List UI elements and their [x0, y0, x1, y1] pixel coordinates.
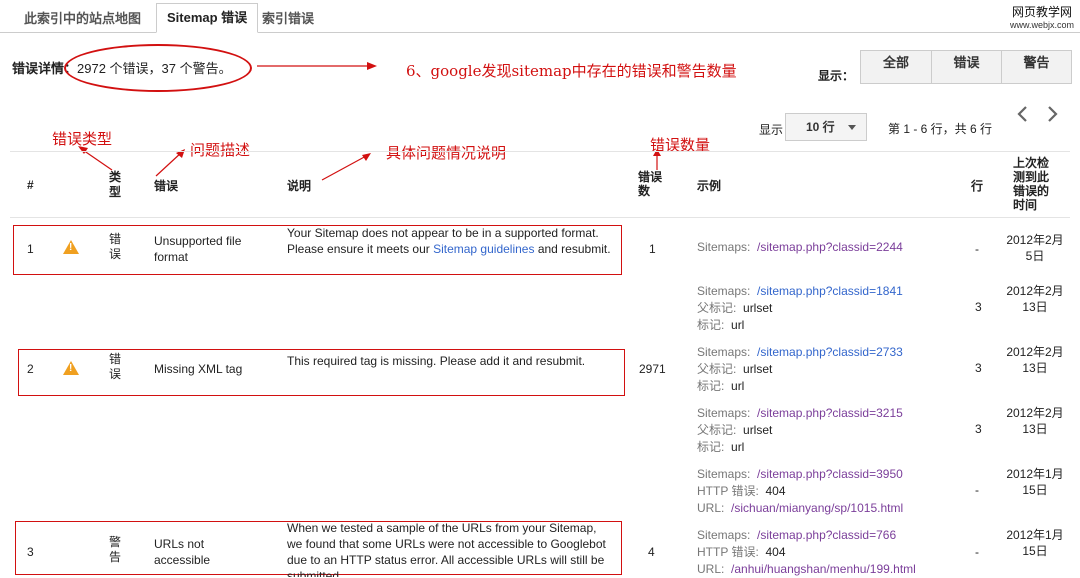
- col-error: 错误: [154, 179, 179, 193]
- example-sitemap-link[interactable]: /sitemap.php?classid=766: [757, 528, 896, 542]
- row-number: 3: [27, 545, 34, 559]
- row-description: When we tested a sample of the URLs from…: [287, 521, 606, 577]
- col-number: #: [27, 178, 34, 192]
- row-count: 4: [648, 545, 655, 559]
- example-sitemap-link[interactable]: /sitemap.php?classid=3215: [757, 406, 903, 420]
- warning-icon: !: [63, 240, 79, 254]
- col-line: 行: [971, 179, 984, 193]
- col-description: 说明: [287, 179, 312, 193]
- row-description: This required tag is missing. Please add…: [287, 354, 586, 368]
- row-number: 1: [27, 242, 34, 256]
- example-item: Sitemaps: /sitemap.php?classid=3950 HTTP…: [697, 467, 904, 515]
- row-type: 警告: [108, 535, 121, 564]
- example-line: 3: [975, 300, 982, 314]
- annotation-arrows: [78, 146, 661, 181]
- example-item: Sitemaps: /sitemap.php?classid=3215 父标记:…: [697, 406, 903, 454]
- example-item: Sitemaps: /sitemap.php?classid=2733 父标记:…: [697, 345, 903, 393]
- example-line: 3: [975, 361, 982, 375]
- example-url-link[interactable]: /anhui/huangshan/menhu/199.html: [731, 562, 916, 576]
- divider: [10, 217, 1070, 218]
- example-date: 2012年1月15日: [1006, 467, 1064, 497]
- row-type: 错误: [108, 232, 121, 261]
- row-type: 错误: [108, 352, 121, 381]
- row-error: URLs not accessible: [154, 537, 211, 567]
- col-type: 类型: [108, 170, 121, 199]
- example-date: 2012年1月15日: [1006, 528, 1064, 558]
- col-last-detected: 上次检测到此错误的时间: [1013, 156, 1050, 212]
- example-date: 2012年2月13日: [1006, 406, 1064, 436]
- col-count: 错误数: [638, 170, 663, 198]
- example-line: -: [975, 483, 979, 497]
- example-line: -: [975, 545, 979, 559]
- row-description: Your Sitemap does not appear to be in a …: [287, 226, 611, 256]
- example-item: Sitemaps: /sitemap.php?classid=1841 父标记:…: [697, 284, 903, 332]
- warning-icon: !: [63, 361, 79, 375]
- row-count: 1: [649, 242, 656, 256]
- example-item: Sitemaps: /sitemap.php?classid=2244: [697, 240, 903, 254]
- example-line: 3: [975, 422, 982, 436]
- sitemap-guidelines-link[interactable]: Sitemap guidelines: [433, 242, 534, 256]
- example-url-link[interactable]: /sichuan/mianyang/sp/1015.html: [731, 501, 903, 515]
- divider: [10, 151, 1070, 152]
- example-date: 2012年2月13日: [1006, 345, 1064, 375]
- example-sitemap-link[interactable]: /sitemap.php?classid=3950: [757, 467, 903, 481]
- row-error: Unsupported file format: [154, 234, 242, 264]
- row-error: Missing XML tag: [154, 362, 243, 376]
- row-count: 2971: [639, 362, 666, 376]
- col-example: 示例: [697, 179, 722, 193]
- row-number: 2: [27, 362, 34, 376]
- example-sitemap-link[interactable]: /sitemap.php?classid=2244: [757, 240, 903, 254]
- example-item: Sitemaps: /sitemap.php?classid=766 HTTP …: [697, 528, 916, 576]
- example-line: -: [975, 242, 979, 256]
- example-date: 2012年2月13日: [1006, 284, 1064, 314]
- example-sitemap-link[interactable]: /sitemap.php?classid=2733: [757, 345, 903, 359]
- example-sitemap-link[interactable]: /sitemap.php?classid=1841: [757, 284, 903, 298]
- example-date: 2012年2月5日: [1006, 233, 1064, 263]
